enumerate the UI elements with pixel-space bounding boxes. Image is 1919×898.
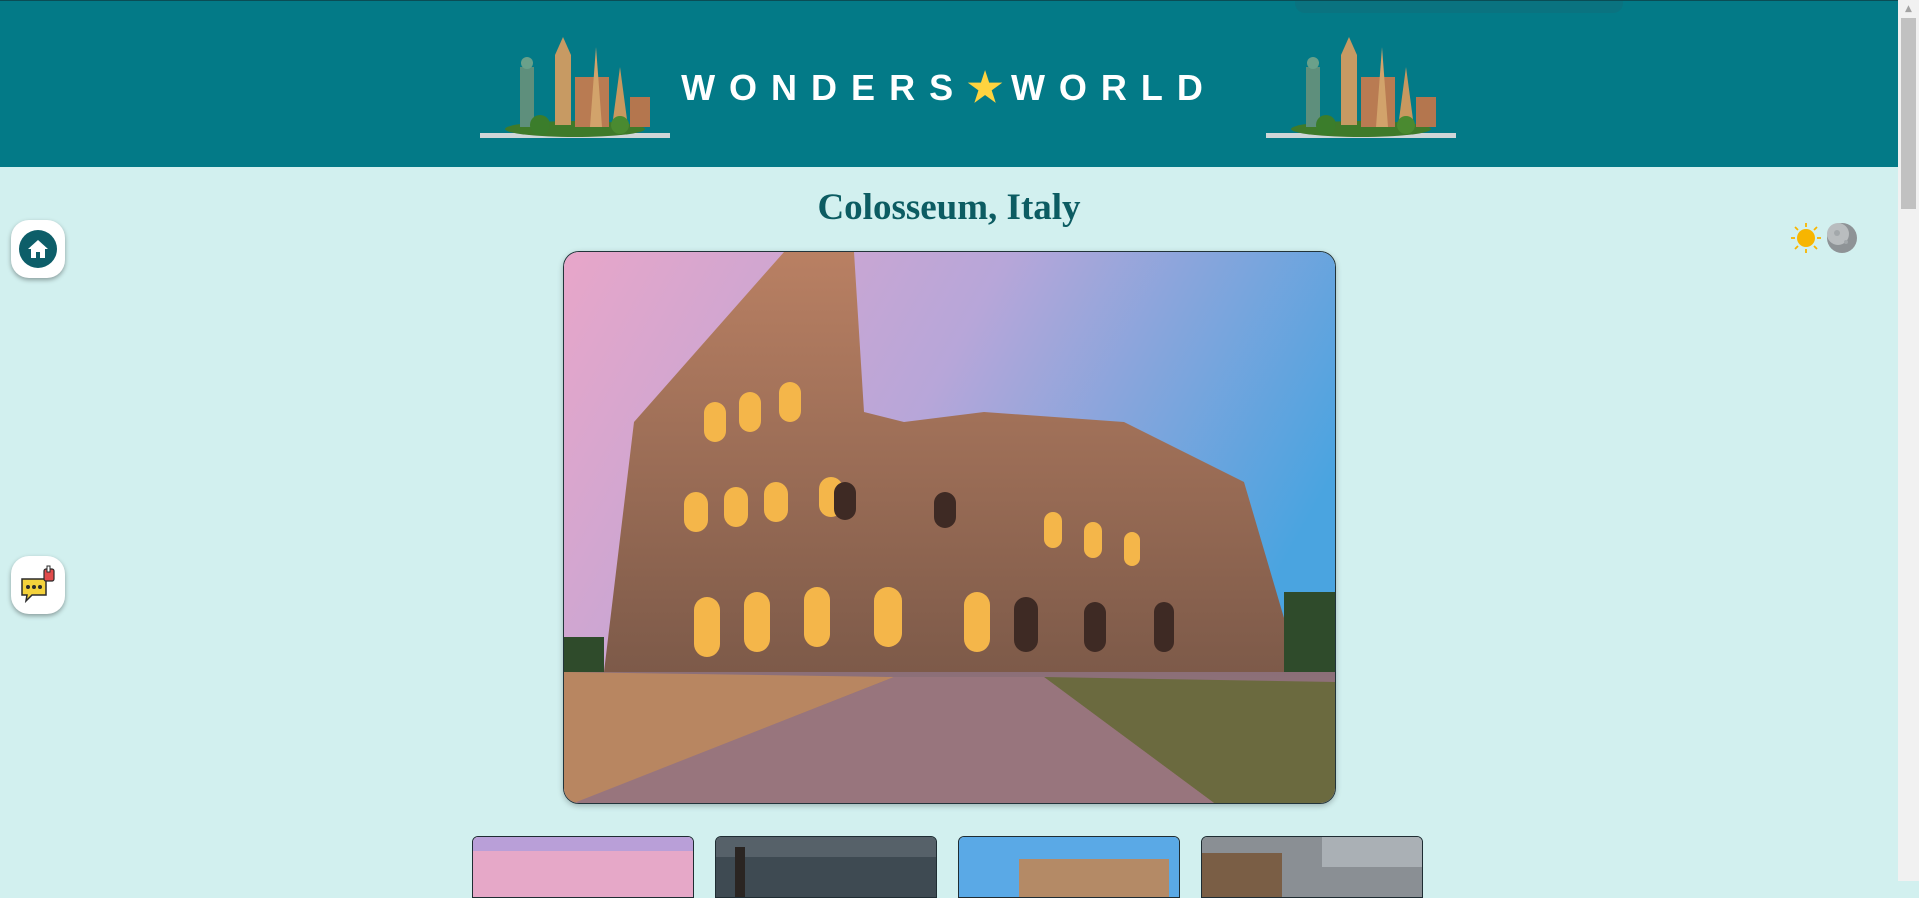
- thumbnail-strip: [472, 836, 1428, 898]
- star-icon: ★: [967, 66, 1003, 110]
- moon-icon[interactable]: [1826, 222, 1858, 254]
- feedback-thumbs-up-chat-icon: [21, 565, 55, 604]
- site-header: WONDERS ★ WORLD: [0, 0, 1898, 167]
- main-wonder-photo: [563, 251, 1336, 804]
- world-landmarks-illustration-right: [1266, 37, 1456, 141]
- scroll-up-arrow-icon[interactable]: ▲: [1898, 0, 1919, 17]
- feedback-button[interactable]: [11, 556, 65, 614]
- site-logo-title: WONDERS ★ WORLD: [600, 63, 1298, 113]
- thumbnail-2[interactable]: [715, 836, 937, 898]
- thumbnail-4[interactable]: [1201, 836, 1423, 898]
- colosseum-sunset-thumbnail: [473, 837, 693, 897]
- home-button[interactable]: [11, 220, 65, 278]
- scrollbar-thumb[interactable]: [1901, 18, 1916, 209]
- header-tab: [1295, 1, 1623, 13]
- home-icon: [19, 230, 57, 268]
- logo-word-right: WORLD: [1010, 67, 1217, 108]
- colosseum-cloudy-thumbnail: [1202, 837, 1422, 897]
- vertical-scrollbar[interactable]: ▲: [1898, 0, 1919, 881]
- colosseum-blue-sky-thumbnail: [959, 837, 1179, 897]
- thumbnail-1[interactable]: [472, 836, 694, 898]
- sun-icon[interactable]: [1790, 222, 1822, 254]
- thumbnail-3[interactable]: [958, 836, 1180, 898]
- logo-word-left: WONDERS: [681, 67, 968, 108]
- theme-toggle[interactable]: [1790, 220, 1866, 256]
- page-title: Colosseum, Italy: [817, 187, 1081, 228]
- stone-column-thumbnail: [716, 837, 936, 897]
